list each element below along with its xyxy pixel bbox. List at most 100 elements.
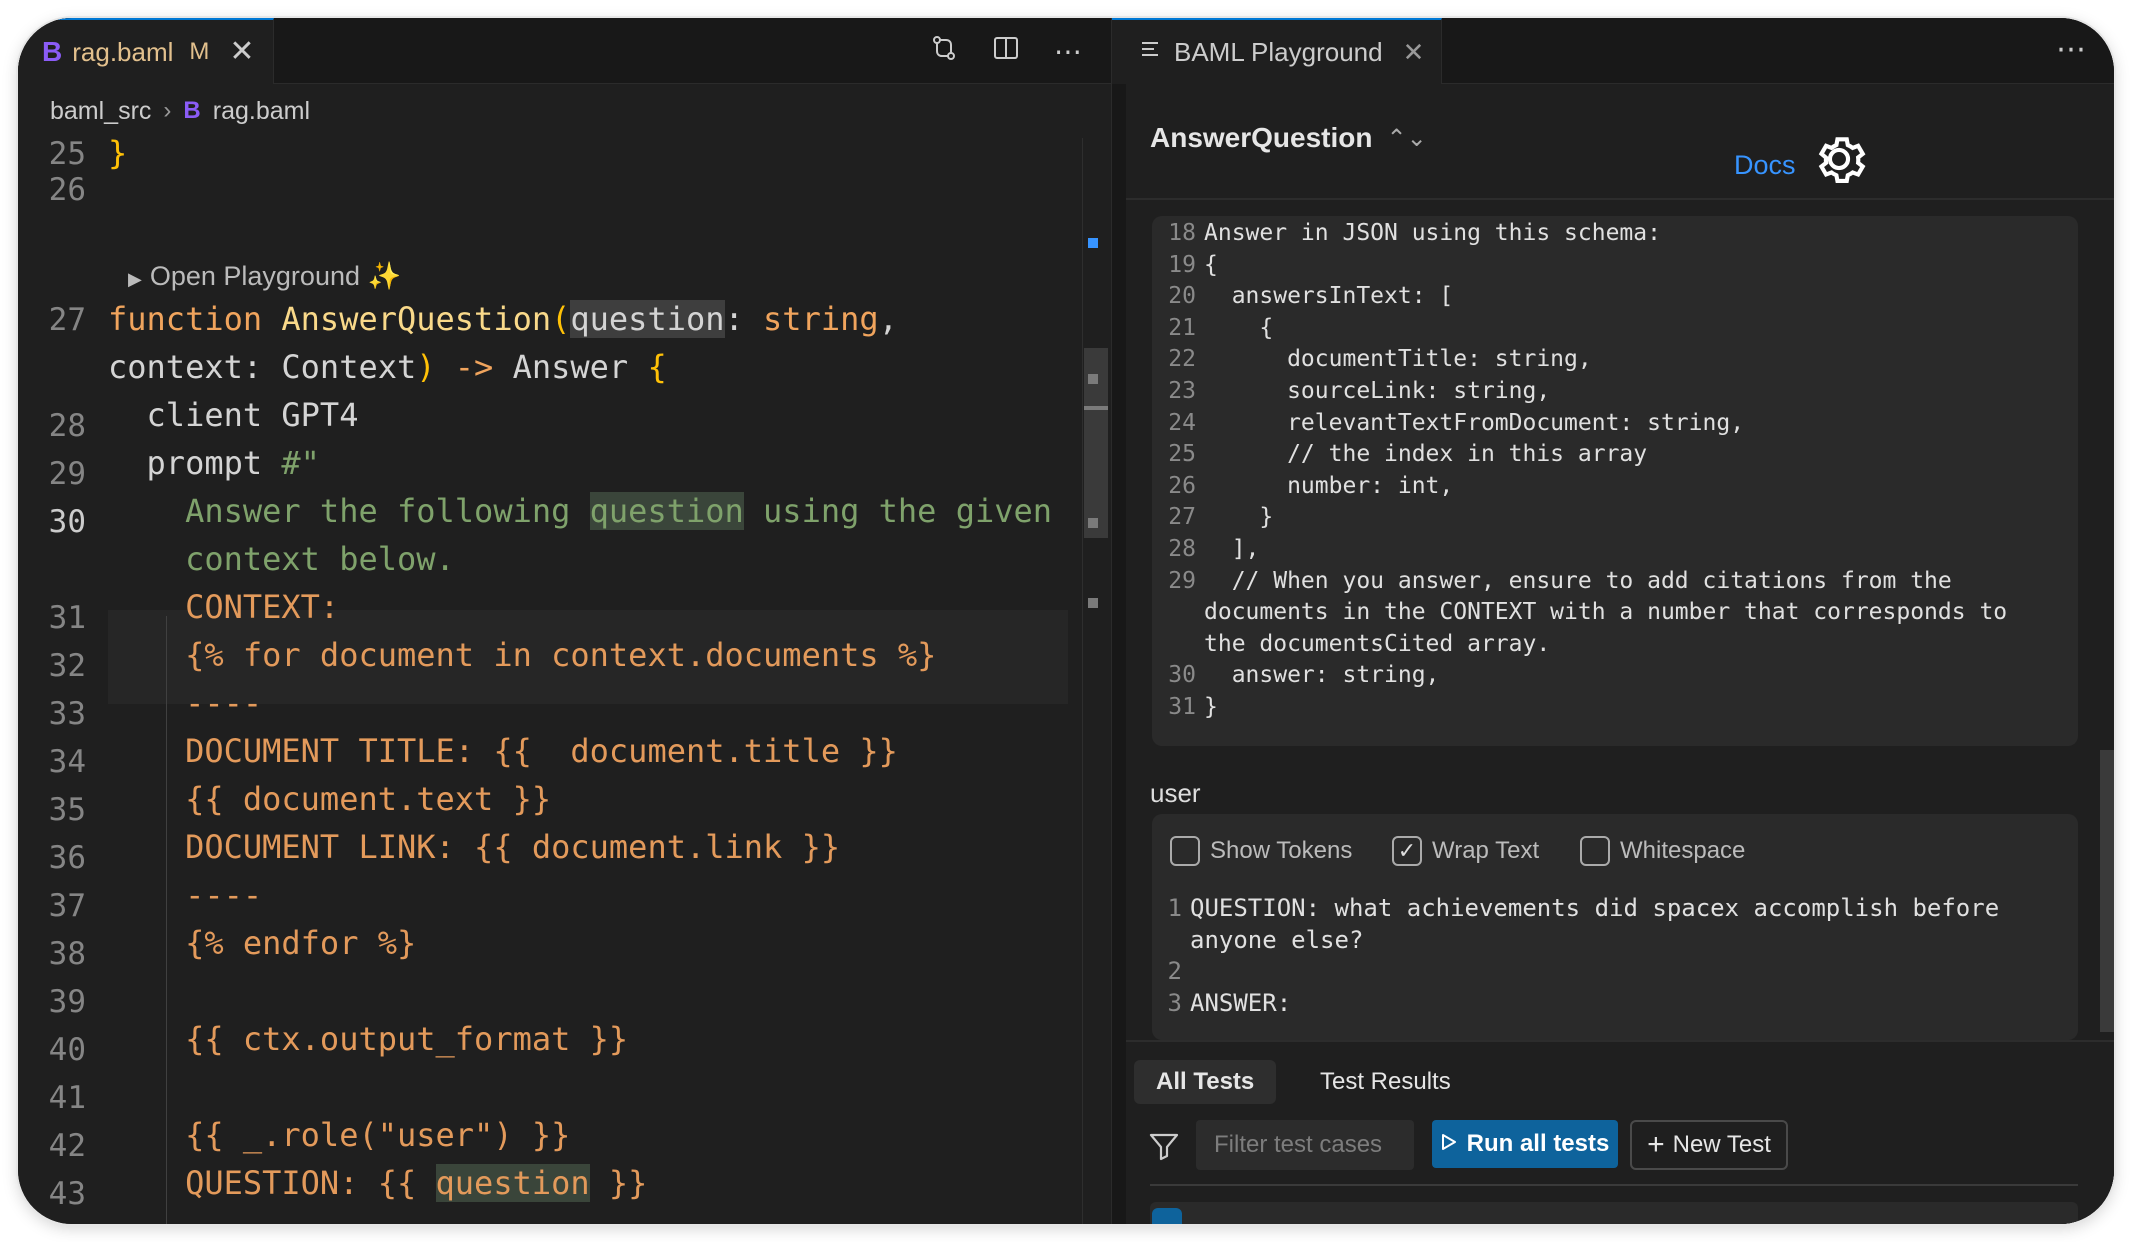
line-number: 25 — [48, 138, 86, 172]
baml-playground-panel: BAML Playground ✕ ⋯ AnswerQuestion ⌃⌄ Do… — [1111, 18, 2114, 1224]
prompt-line-text: sourceLink: string, — [1204, 378, 1551, 404]
show-tokens-toggle[interactable]: Show Tokens — [1170, 836, 1352, 866]
prompt-line-text: Answer in JSON using this schema: — [1204, 220, 1661, 246]
code-line: {{ ctx.output_format }} — [185, 1020, 629, 1058]
prompt-line-text: documents in the CONTEXT with a number t… — [1204, 599, 2008, 626]
line-number: 43 — [48, 1176, 86, 1212]
prompt-line-text: { — [1204, 251, 1218, 278]
code-line: {% for document in context.documents %} — [185, 636, 937, 674]
vscode-window: B rag.baml M ✕ ⋯ baml_src › B rag.baml 2… — [18, 18, 2114, 1224]
play-triangle-icon: ▶ — [128, 269, 142, 289]
prompt-line-number: 19 — [1168, 251, 1196, 278]
code-line: {% endfor %} — [185, 924, 417, 962]
gear-icon[interactable] — [1808, 128, 1870, 190]
tests-panel: All Tests Test Results Run all tests + N… — [1126, 1040, 2114, 1224]
run-test-icon[interactable] — [1152, 1208, 1182, 1224]
panel-scroll-thumb[interactable] — [2100, 750, 2114, 1032]
system-prompt-preview: 18 Answer in JSON using this schema: 19 {20… — [1152, 216, 2078, 746]
breadcrumb-file[interactable]: rag.baml — [213, 97, 310, 126]
wrap-text-toggle[interactable]: ✓ Wrap Text — [1392, 836, 1539, 866]
code-line: QUESTION: {{ question }} — [185, 1164, 648, 1202]
prompt-line-text: relevantTextFromDocument: string, — [1204, 409, 1745, 436]
plus-icon: + — [1647, 1128, 1665, 1161]
line-number: 41 — [48, 1080, 86, 1116]
modified-indicator: M — [189, 38, 210, 65]
more-actions-icon[interactable]: ⋯ — [1053, 35, 1083, 68]
line-number: 44 — [18, 1222, 86, 1224]
close-icon[interactable]: ✕ — [1403, 37, 1425, 68]
line-number: 37 — [48, 888, 86, 924]
prompt-line-text: answer: string, — [1204, 662, 1440, 689]
prompt-line-text: number: int, — [1204, 472, 1454, 499]
baml-file-icon: B — [42, 36, 63, 67]
line-number: 38 — [48, 936, 86, 972]
prompt-line-number: 28 — [1168, 536, 1196, 562]
prompt-line-number: 22 — [1168, 346, 1196, 373]
code-line: {{ document.text }} — [185, 780, 552, 818]
prompt-line-number: 21 — [1168, 314, 1196, 341]
line-number: 40 — [48, 1032, 86, 1068]
prompt-line-text: anyone else? — [1190, 925, 1364, 954]
function-name: AnswerQuestion — [1150, 122, 1373, 153]
line-number: 31 — [48, 600, 86, 636]
user-prompt-preview: Show Tokens ✓ Wrap Text Whitespace 1 QUES… — [1152, 814, 2078, 1040]
docs-link[interactable]: Docs — [1734, 150, 1796, 181]
checkbox-checked[interactable]: ✓ — [1392, 836, 1422, 866]
code-area[interactable]: 25 26 27 28 29 30 31 32 33 34 35 36 37 3… — [18, 138, 1082, 1224]
tab-test-results[interactable]: Test Results — [1298, 1060, 1473, 1104]
line-number: 42 — [48, 1128, 86, 1164]
code-line: ---- — [185, 876, 263, 914]
prompt-line-number: 24 — [1168, 409, 1196, 436]
preview-lines-icon — [1140, 37, 1162, 68]
baml-file-icon: B — [183, 97, 201, 124]
editor-scrollbar[interactable] — [1082, 138, 1110, 1224]
close-icon[interactable]: ✕ — [229, 37, 254, 67]
tab-baml-playground[interactable]: BAML Playground ✕ — [1112, 18, 1442, 84]
test-row[interactable] — [1150, 1202, 2078, 1224]
role-label-user: user — [1150, 778, 1201, 808]
filter-test-cases-input[interactable] — [1196, 1120, 1414, 1170]
prompt-line-number: 1 — [1167, 894, 1182, 922]
line-number: 32 — [48, 648, 86, 684]
prompt-line-number: 20 — [1168, 283, 1196, 310]
tab-filename: rag.baml — [72, 36, 174, 67]
prompt-line-number: 26 — [1168, 472, 1196, 499]
prompt-line-text: the documentsCited array. — [1204, 630, 1551, 657]
prompt-line-number: 3 — [1167, 988, 1182, 1017]
new-test-button[interactable]: + New Test — [1630, 1120, 1788, 1170]
prompt-line-number: 25 — [1168, 441, 1196, 468]
breadcrumb-folder[interactable]: baml_src — [50, 97, 151, 126]
line-number: 27 — [48, 302, 86, 338]
checkbox-unchecked[interactable] — [1170, 836, 1200, 866]
editor-tab-rag-baml[interactable]: B rag.baml M ✕ — [18, 18, 274, 84]
run-all-tests-button[interactable]: Run all tests — [1432, 1120, 1618, 1168]
code-editor: B rag.baml M ✕ ⋯ baml_src › B rag.baml 2… — [18, 18, 1111, 1224]
prompt-line-number: 23 — [1168, 378, 1196, 404]
code-line: DOCUMENT LINK: {{ document.link }} — [185, 828, 841, 866]
code-line: context: Context) -> Answer { — [108, 348, 667, 386]
tab-all-tests[interactable]: All Tests — [1134, 1060, 1277, 1104]
code-line: context below. — [185, 540, 455, 578]
scroll-marker — [1088, 238, 1098, 248]
code-line: } — [108, 138, 128, 172]
whitespace-toggle[interactable]: Whitespace — [1580, 836, 1745, 866]
breadcrumb: baml_src › B rag.baml — [18, 84, 1111, 138]
function-selector[interactable]: AnswerQuestion ⌃⌄ — [1150, 122, 1427, 154]
filter-icon[interactable] — [1148, 1130, 1180, 1162]
split-editor-icon[interactable] — [991, 34, 1021, 69]
prompt-line-text: answersInText: [ — [1204, 283, 1454, 310]
prompt-line-number: 18 — [1168, 220, 1196, 246]
scroll-marker — [1088, 518, 1098, 528]
play-icon — [1441, 1130, 1457, 1158]
divider — [1150, 1184, 2078, 1186]
code-line: ---- — [185, 684, 263, 722]
scroll-marker — [1088, 374, 1098, 384]
compare-changes-icon[interactable] — [929, 33, 959, 70]
chevron-right-icon: › — [163, 97, 172, 124]
prompt-line-text: ANSWER: — [1190, 988, 1292, 1017]
more-actions-icon[interactable]: ⋯ — [2056, 32, 2086, 67]
code-line: function AnswerQuestion(question: string… — [108, 300, 898, 338]
checkbox-unchecked[interactable] — [1580, 836, 1610, 866]
open-playground-codelens[interactable]: ▶ Open Playground ✨ — [128, 260, 401, 292]
prompt-line-number: 27 — [1168, 504, 1196, 531]
